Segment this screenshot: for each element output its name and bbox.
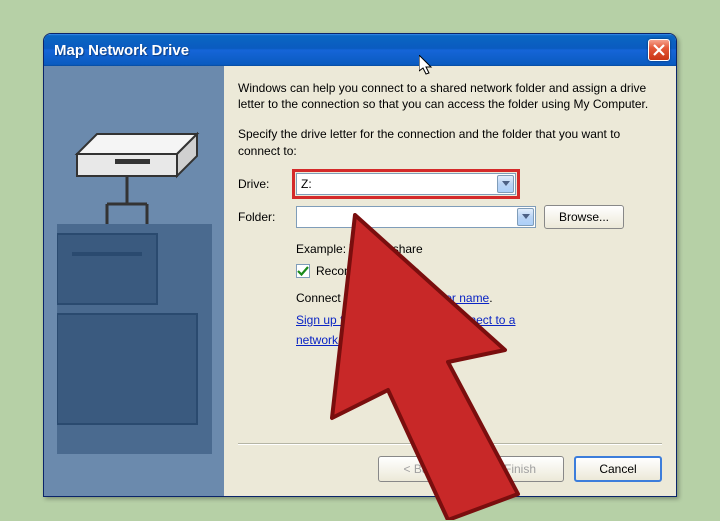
network-drive-icon: [57, 74, 212, 454]
instruct-text: Specify the drive letter for the connect…: [238, 126, 662, 158]
connect-line: Connect using a different user name.: [296, 288, 662, 308]
map-network-drive-dialog: Map Network Drive: [43, 33, 677, 497]
folder-label: Folder:: [238, 210, 296, 224]
different-user-link[interactable]: different user name: [386, 291, 489, 305]
window-title: Map Network Drive: [54, 42, 648, 59]
chevron-down-icon: [517, 208, 534, 226]
separator: [238, 443, 662, 444]
browse-button[interactable]: Browse...: [544, 205, 624, 229]
signup-link[interactable]: Sign up for online storage or connect to…: [296, 313, 515, 347]
back-button[interactable]: < Back: [378, 456, 466, 482]
drive-label: Drive:: [238, 177, 296, 191]
reconnect-checkbox[interactable]: [296, 264, 310, 278]
folder-combobox[interactable]: [296, 206, 536, 228]
options-block: Example: \\server\share Reconnect at log…: [296, 239, 662, 351]
cancel-button[interactable]: Cancel: [574, 456, 662, 482]
drive-select[interactable]: Z:: [296, 173, 516, 195]
content-panel: Windows can help you connect to a shared…: [224, 66, 676, 496]
signup-line: Sign up for online storage or connect to…: [296, 310, 662, 351]
titlebar[interactable]: Map Network Drive: [44, 34, 676, 66]
drive-row: Drive: Z:: [238, 173, 662, 195]
window-body: Windows can help you connect to a shared…: [44, 66, 676, 496]
finish-button[interactable]: Finish: [476, 456, 564, 482]
drive-select-value: Z:: [301, 177, 511, 191]
chevron-down-icon: [497, 175, 514, 193]
check-icon: [297, 265, 309, 277]
example-text: Example: \\server\share: [296, 239, 662, 259]
close-icon: [653, 44, 665, 56]
close-button[interactable]: [648, 39, 670, 61]
reconnect-label: Reconnect at logon: [316, 261, 419, 281]
intro-text: Windows can help you connect to a shared…: [238, 80, 662, 112]
folder-row: Folder: Browse...: [238, 205, 662, 229]
wizard-graphic-panel: [44, 66, 224, 496]
reconnect-row: Reconnect at logon: [296, 261, 662, 281]
wizard-button-row: < Back Finish Cancel: [378, 456, 662, 482]
